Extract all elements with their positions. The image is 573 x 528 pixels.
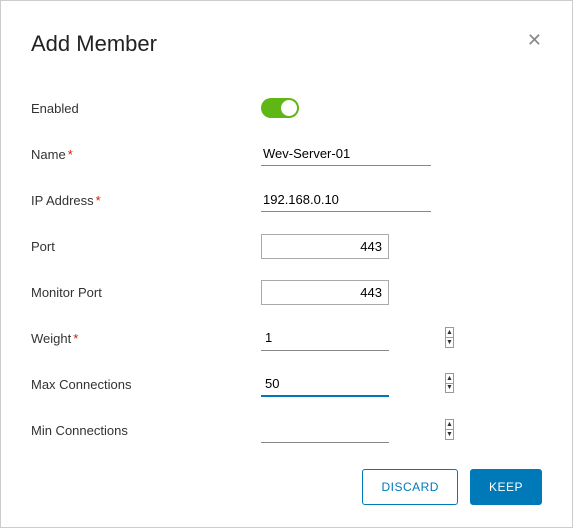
chevron-up-icon[interactable]: ▲: [446, 328, 453, 338]
dialog-title: Add Member: [31, 31, 157, 57]
discard-button[interactable]: Discard: [362, 469, 458, 505]
name-input[interactable]: [261, 142, 431, 166]
weight-input[interactable]: [261, 325, 445, 350]
ip-address-label: IP Address: [31, 193, 94, 208]
monitor-port-input[interactable]: [261, 280, 389, 305]
min-connections-label: Min Connections: [31, 423, 261, 438]
chevron-down-icon[interactable]: ▼: [446, 338, 453, 347]
close-button[interactable]: ✕: [527, 31, 542, 49]
min-connections-input[interactable]: [261, 417, 445, 442]
keep-button[interactable]: Keep: [470, 469, 542, 505]
chevron-down-icon[interactable]: ▼: [446, 384, 453, 393]
close-icon: ✕: [527, 30, 542, 50]
name-label: Name: [31, 147, 66, 162]
enabled-label: Enabled: [31, 101, 261, 116]
max-connections-input[interactable]: [261, 371, 445, 395]
port-label: Port: [31, 239, 261, 254]
max-connections-label: Max Connections: [31, 377, 261, 392]
required-marker: *: [68, 147, 73, 162]
port-input[interactable]: [261, 234, 389, 259]
chevron-down-icon[interactable]: ▼: [446, 430, 453, 439]
required-marker: *: [73, 331, 78, 346]
weight-stepper[interactable]: ▲ ▼: [445, 327, 454, 348]
max-connections-stepper[interactable]: ▲ ▼: [445, 373, 454, 393]
weight-label: Weight: [31, 331, 71, 346]
ip-address-input[interactable]: [261, 188, 431, 212]
required-marker: *: [96, 193, 101, 208]
chevron-up-icon[interactable]: ▲: [446, 420, 453, 430]
chevron-up-icon[interactable]: ▲: [446, 374, 453, 384]
enabled-toggle[interactable]: [261, 98, 299, 118]
min-connections-stepper[interactable]: ▲ ▼: [445, 419, 454, 440]
monitor-port-label: Monitor Port: [31, 285, 261, 300]
